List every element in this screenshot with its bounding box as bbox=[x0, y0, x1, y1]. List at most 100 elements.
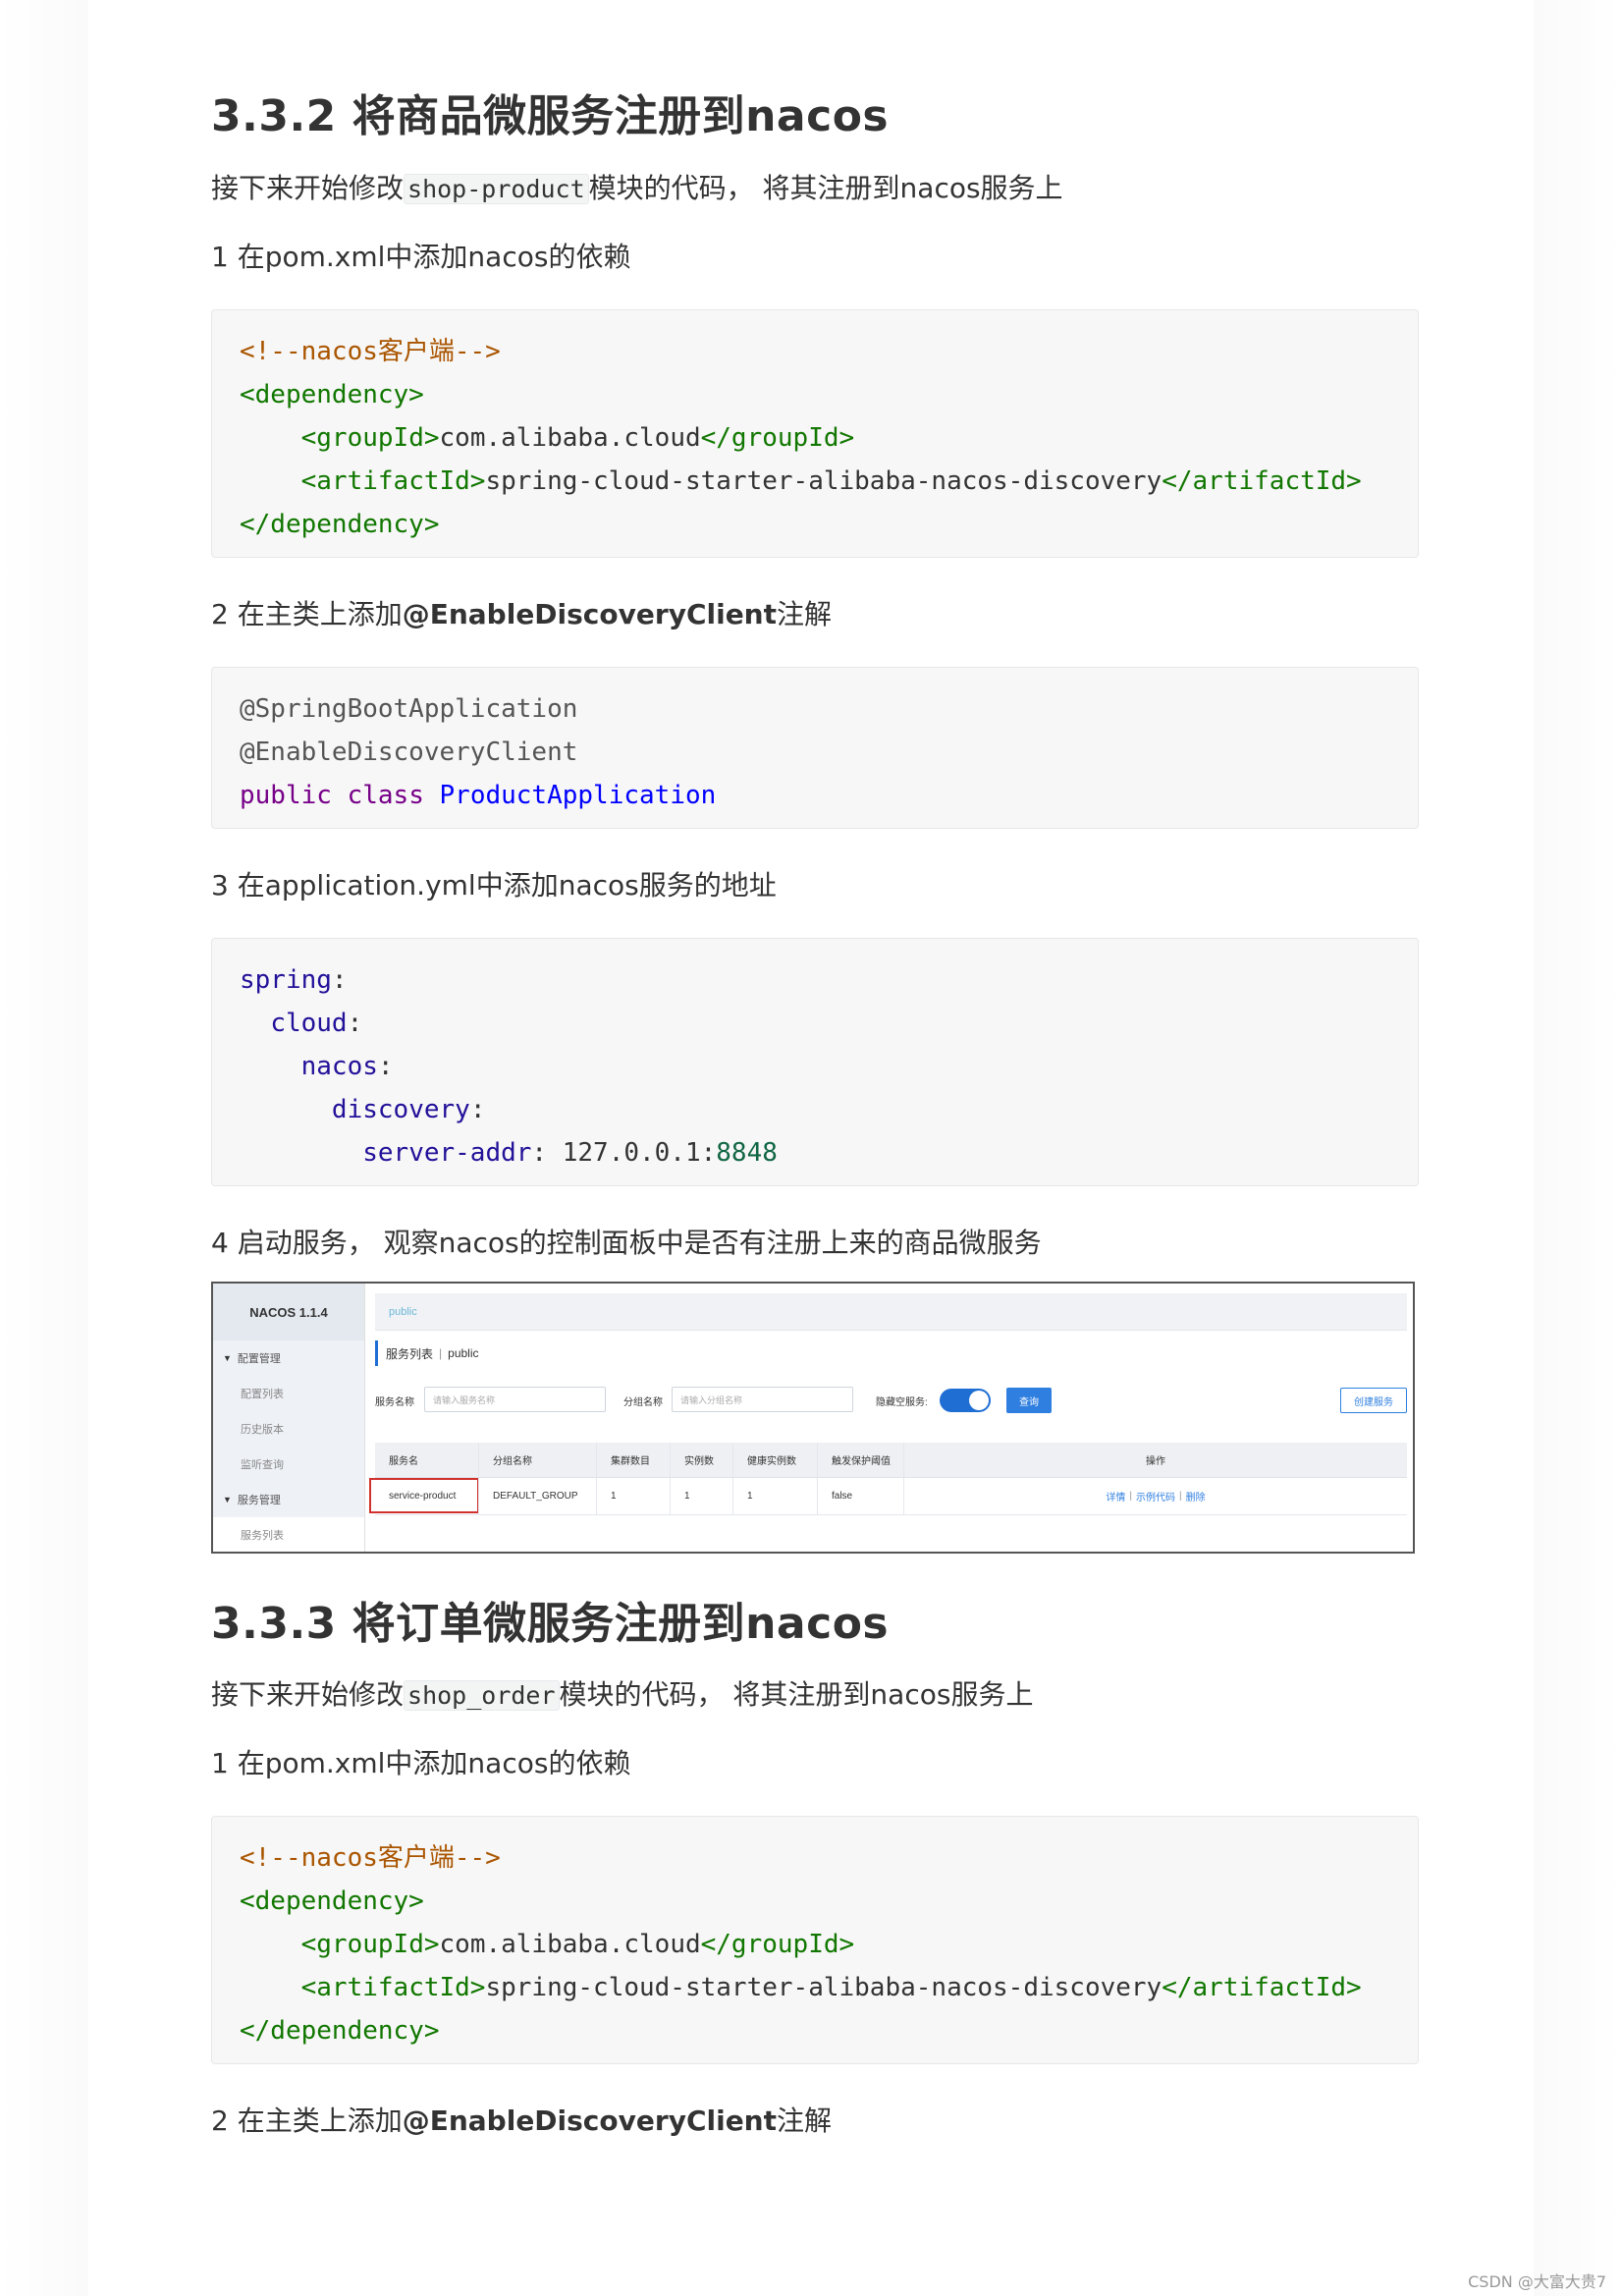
intro-text-after: 模块的代码， 将其注册到nacos服务上 bbox=[559, 1678, 1034, 1711]
title-separator: | bbox=[439, 1346, 443, 1360]
code-dependency-close: </dependency> bbox=[240, 510, 440, 539]
yml-key-nacos: nacos bbox=[300, 1052, 378, 1081]
yml-colon: : bbox=[700, 1138, 717, 1168]
yml-colon: : bbox=[377, 1052, 394, 1081]
section1-step2: 2 在主类上添加@EnableDiscoveryClient注解 bbox=[211, 593, 832, 632]
code-groupid-value: com.alibaba.cloud bbox=[439, 423, 701, 453]
yml-colon: : bbox=[531, 1138, 548, 1168]
filter-bar: 服务名称 请输入服务名称 分组名称 请输入分组名称 隐藏空服务: 查询 创建服务 bbox=[375, 1386, 1407, 1415]
sidebar-item-service-mgmt[interactable]: ▼ 服务管理 bbox=[213, 1482, 364, 1517]
cell-cluster-count: 1 bbox=[596, 1478, 670, 1514]
code-class-name: ProductApplication bbox=[439, 781, 717, 810]
code-annotation-springboot: @SpringBootApplication bbox=[240, 694, 578, 724]
code-dependency-open: <dependency> bbox=[240, 380, 424, 410]
yml-key-cloud: cloud bbox=[270, 1009, 348, 1038]
code-artifactid-close: </artifactId> bbox=[1162, 1973, 1362, 2002]
nacos-sidebar: NACOS 1.1.4 ▼ 配置管理 配置列表 历史版本 监听查询 ▼ 服务管理 服… bbox=[213, 1284, 365, 1552]
create-service-button[interactable]: 创建服务 bbox=[1340, 1388, 1407, 1413]
col-group-name: 分组名称 bbox=[478, 1443, 596, 1477]
step2-text-before: 2 在主类上添加 bbox=[211, 2105, 403, 2137]
service-name-label: 服务名称 bbox=[375, 1397, 414, 1408]
col-service-name: 服务名 bbox=[389, 1456, 418, 1467]
yml-colon: : bbox=[347, 1009, 363, 1038]
service-name-input[interactable]: 请输入服务名称 bbox=[424, 1387, 606, 1412]
yml-key-discovery: discovery bbox=[331, 1095, 470, 1124]
step2-text-before: 2 在主类上添加 bbox=[211, 598, 403, 630]
col-healthy-count: 健康实例数 bbox=[732, 1443, 817, 1477]
yml-colon: : bbox=[331, 965, 348, 995]
code-comment: <!--nacos客户端--> bbox=[240, 337, 501, 366]
delete-link[interactable]: 删除 bbox=[1186, 1489, 1206, 1503]
csdn-watermark: CSDN @大富大贵7 bbox=[1468, 2272, 1606, 2291]
code-artifactid-open: <artifactId> bbox=[300, 466, 486, 496]
page-title: 服务列表 | public bbox=[375, 1340, 1407, 1366]
code-groupid-close: </groupId> bbox=[700, 423, 855, 453]
yml-colon: : bbox=[469, 1095, 486, 1124]
group-name-label: 分组名称 bbox=[623, 1397, 663, 1408]
detail-link[interactable]: 详情 bbox=[1106, 1489, 1125, 1503]
col-operations: 操作 bbox=[903, 1443, 1407, 1477]
section1-step3: 3 在application.yml中添加nacos服务的地址 bbox=[211, 869, 777, 902]
namespace-tab-public[interactable]: public bbox=[389, 1306, 417, 1318]
code-comment: <!--nacos客户端--> bbox=[240, 1843, 501, 1873]
code-annotation-discovery: @EnableDiscoveryClient bbox=[240, 738, 578, 767]
code-dependency-close: </dependency> bbox=[240, 2016, 440, 2046]
section-heading-3-3-3: 3.3.3 将订单微服务注册到nacos bbox=[211, 1599, 890, 1649]
hide-empty-label: 隐藏空服务: bbox=[876, 1397, 928, 1408]
sidebar-label: 服务管理 bbox=[237, 1495, 281, 1506]
op-separator: | bbox=[1129, 1491, 1132, 1502]
page-margin-right bbox=[1534, 0, 1622, 2296]
sidebar-item-service-list[interactable]: 服务列表 bbox=[213, 1517, 364, 1552]
section1-step1: 1 在pom.xml中添加nacos的依赖 bbox=[211, 241, 631, 273]
nacos-logo: NACOS 1.1.4 bbox=[213, 1284, 364, 1340]
section2-intro: 接下来开始修改 shop_order 模块的代码， 将其注册到nacos服务上 bbox=[211, 1673, 1033, 1713]
cell-service-name: service-product bbox=[369, 1478, 479, 1514]
col-protect-threshold: 触发保护阈值 bbox=[817, 1443, 903, 1477]
code-groupid-value: com.alibaba.cloud bbox=[439, 1930, 701, 1959]
inline-code-shop-order: shop_order bbox=[404, 1680, 560, 1711]
sidebar-item-listen-query[interactable]: 监听查询 bbox=[213, 1447, 364, 1482]
cell-instance-count: 1 bbox=[670, 1478, 732, 1514]
table-header: 服务名 分组名称 集群数目 实例数 健康实例数 触发保护阈值 操作 bbox=[375, 1443, 1407, 1478]
code-block-pom-dependency[interactable]: <!--nacos客户端--> <dependency> <groupId>co… bbox=[211, 309, 1419, 558]
step2-text-after: 注解 bbox=[777, 598, 833, 630]
page-margin-left bbox=[0, 0, 88, 2296]
nacos-console-screenshot: NACOS 1.1.4 ▼ 配置管理 配置列表 历史版本 监听查询 ▼ 服务管理 服… bbox=[211, 1282, 1415, 1554]
hide-empty-toggle[interactable] bbox=[940, 1389, 991, 1412]
sidebar-item-history[interactable]: 历史版本 bbox=[213, 1411, 364, 1447]
toggle-knob bbox=[969, 1391, 989, 1410]
highlight-box bbox=[369, 1478, 479, 1513]
caret-down-icon: ▼ bbox=[223, 1495, 232, 1504]
code-block-main-class[interactable]: @SpringBootApplication @EnableDiscoveryC… bbox=[211, 667, 1419, 829]
namespace-bar: public bbox=[375, 1293, 1407, 1331]
yml-key-spring: spring bbox=[240, 965, 332, 995]
code-keyword-class: class bbox=[347, 781, 424, 810]
section1-step4: 4 启动服务， 观察nacos的控制面板中是否有注册上来的商品微服务 bbox=[211, 1227, 1042, 1259]
sidebar-item-config-mgmt[interactable]: ▼ 配置管理 bbox=[213, 1340, 364, 1376]
sample-code-link[interactable]: 示例代码 bbox=[1136, 1489, 1175, 1503]
yml-server-ip: 127.0.0.1 bbox=[562, 1138, 701, 1168]
step2-annotation: @EnableDiscoveryClient bbox=[402, 598, 777, 630]
table-row: service-product DEFAULT_GROUP 1 1 1 fals… bbox=[369, 1478, 1407, 1515]
step2-text-after: 注解 bbox=[777, 2105, 833, 2137]
sidebar-label: 配置管理 bbox=[237, 1353, 281, 1365]
op-separator: | bbox=[1179, 1491, 1182, 1502]
search-button[interactable]: 查询 bbox=[1006, 1388, 1052, 1413]
code-artifactid-value: spring-cloud-starter-alibaba-nacos-disco… bbox=[485, 466, 1162, 496]
inline-code-shop-product: shop-product bbox=[404, 174, 589, 204]
cell-protect-threshold: false bbox=[817, 1478, 903, 1514]
code-groupid-open: <groupId> bbox=[300, 1930, 440, 1959]
code-dependency-open: <dependency> bbox=[240, 1886, 424, 1916]
code-block-application-yml[interactable]: spring: cloud: nacos: discovery: server-… bbox=[211, 938, 1419, 1186]
step2-annotation: @EnableDiscoveryClient bbox=[402, 2105, 777, 2137]
section-heading-3-3-2: 3.3.2 将商品微服务注册到nacos bbox=[211, 91, 890, 141]
intro-text-before: 接下来开始修改 bbox=[211, 172, 405, 204]
section2-step2: 2 在主类上添加@EnableDiscoveryClient注解 bbox=[211, 2100, 832, 2139]
nacos-main-panel: public 服务列表 | public 服务名称 请输入服务名称 分组名称 请… bbox=[369, 1293, 1407, 1546]
code-block-pom-dependency-2[interactable]: <!--nacos客户端--> <dependency> <groupId>co… bbox=[211, 1816, 1419, 2064]
sidebar-item-config-list[interactable]: 配置列表 bbox=[213, 1376, 364, 1411]
page-title-namespace: public bbox=[448, 1346, 479, 1360]
section2-step1: 1 在pom.xml中添加nacos的依赖 bbox=[211, 1747, 631, 1779]
group-name-input[interactable]: 请输入分组名称 bbox=[672, 1387, 853, 1412]
col-cluster-count: 集群数目 bbox=[596, 1443, 670, 1477]
